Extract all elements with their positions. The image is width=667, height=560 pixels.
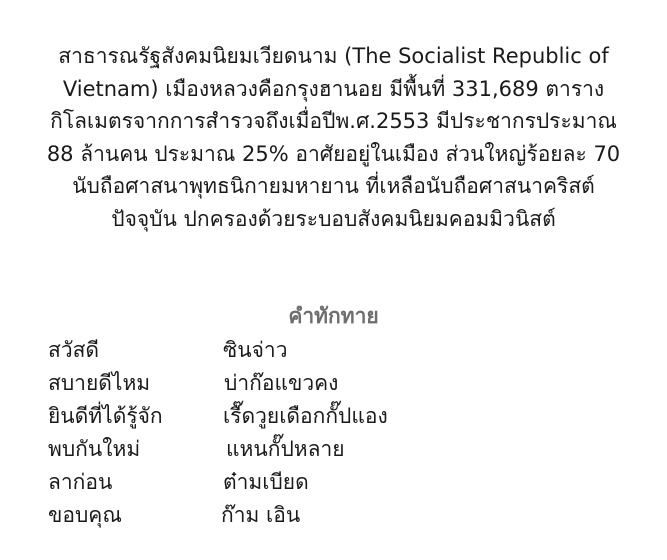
- intro-paragraph: สาธารณรัฐสังคมนิยมเวียดนาม (The Socialis…: [16, 40, 651, 235]
- thai-phrase: ยินดีที่ได้รู้จัก: [48, 404, 163, 428]
- thai-phrase: พบกันใหม่: [48, 437, 141, 461]
- thai-phrase: สวัสดี: [48, 338, 100, 362]
- greetings-heading: คำทักทาย: [288, 304, 379, 328]
- intro-line: ปัจจุบัน ปกครองด้วยระบอบสังคมนิยมคอมมิวน…: [111, 206, 556, 231]
- thai-phrase: ลาก่อน: [48, 470, 113, 494]
- intro-line: กิโลเมตรจากการสำรวจถึงเมื่อปีพ.ศ.2553 มี…: [50, 109, 617, 133]
- intro-line: Vietnam) เมืองหลวงคือกรุงฮานอย มีพื้นที่…: [62, 76, 605, 101]
- thai-phrase: สบายดีไหม: [48, 371, 151, 395]
- intro-line: นับถือศาสนาพุทธนิกายมหายาน ที่เหลือนับถื…: [72, 174, 595, 198]
- vietnamese-phrase: ต๋ามเบียด: [223, 470, 309, 494]
- intro-line: 88 ล้านคน ประมาณ 25% อาศัยอยู่ในเมือง ส่…: [46, 141, 621, 166]
- thai-phrase: ขอบคุณ: [48, 503, 122, 527]
- vietnamese-phrase: เรื๊ดวูยเดือกกั๊ปแอง: [223, 404, 388, 428]
- vietnamese-phrase: ซินจ่าว: [223, 338, 288, 362]
- vietnamese-phrase: แหนกั๊ปหลาย: [226, 437, 345, 461]
- vietnamese-phrase: บ่าก๊อแขวคง: [224, 371, 339, 395]
- intro-line: สาธารณรัฐสังคมนิยมเวียดนาม (The Socialis…: [58, 44, 609, 68]
- vietnamese-phrase: ก๊าม เอิน: [221, 503, 301, 527]
